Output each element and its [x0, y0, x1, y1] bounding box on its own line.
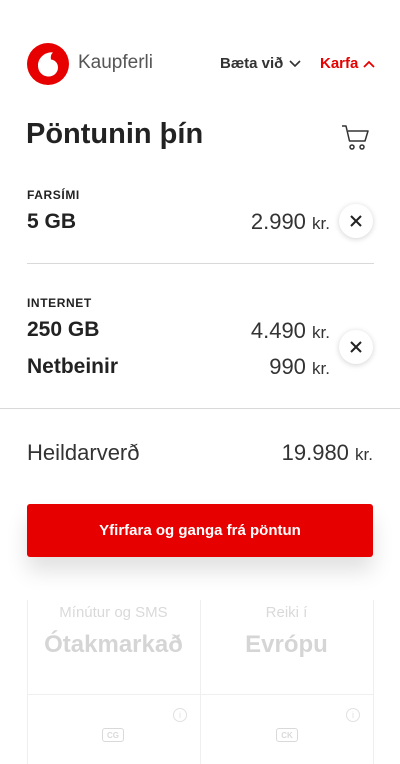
currency-label: kr. — [312, 323, 330, 342]
item-price: 4.490 kr. — [251, 318, 330, 344]
add-menu-button[interactable]: Bæta við — [220, 55, 301, 72]
currency-label: kr. — [312, 359, 330, 378]
total-price: 19.980 kr. — [282, 440, 373, 466]
brand-name: Kaupferli — [78, 52, 153, 73]
item-price-value: 4.490 — [250, 318, 306, 343]
item-name: 5 GB — [27, 210, 77, 233]
total-price-value: 19.980 — [281, 440, 349, 465]
plan-feature-value: Evrópu — [245, 631, 328, 658]
divider — [0, 408, 400, 409]
item-name: Netbeinir — [27, 355, 119, 378]
cart-menu-label: Karfa — [320, 55, 359, 72]
shopping-cart-icon — [342, 125, 369, 150]
info-icon: i — [173, 708, 187, 722]
info-icon: i — [346, 708, 360, 722]
add-menu-label: Bæta við — [220, 55, 284, 72]
card-border — [200, 600, 201, 764]
item-name: 250 GB — [27, 318, 100, 341]
chevron-up-icon — [363, 60, 375, 68]
total-label: Heildarverð — [27, 440, 140, 465]
network-chip-icon: CG — [102, 728, 124, 742]
item-price-value: 2.990 — [250, 209, 306, 234]
section-label-internet: INTERNET — [27, 296, 92, 310]
network-chip-icon: CK — [276, 728, 298, 742]
plan-feature-label: Mínútur og SMS — [59, 604, 168, 621]
card-border — [373, 600, 374, 764]
remove-internet-button[interactable] — [339, 330, 373, 364]
section-label-mobile: FARSÍMI — [27, 188, 80, 202]
vodafone-logo-icon[interactable] — [27, 43, 69, 85]
chevron-down-icon — [289, 59, 301, 67]
item-price: 2.990 kr. — [251, 209, 330, 235]
checkout-button[interactable]: Yfirfara og ganga frá pöntun — [27, 504, 373, 557]
close-icon — [350, 341, 362, 353]
divider — [27, 263, 374, 264]
plan-overview-background: Mínútur og SMS Ótakmarkað Reiki í Evrópu… — [0, 590, 400, 764]
item-price-value: 990 — [269, 354, 306, 379]
item-price: 990 kr. — [269, 354, 330, 380]
cart-menu-button[interactable]: Karfa — [320, 55, 375, 72]
card-border — [27, 694, 373, 695]
plan-feature-value: Ótakmarkað — [44, 631, 183, 658]
page-title: Pöntunin þín — [26, 118, 204, 150]
currency-label: kr. — [355, 445, 373, 464]
header: Kaupferli Bæta við Karfa — [0, 0, 400, 120]
close-icon — [350, 215, 362, 227]
plan-feature-label: Reiki í — [265, 604, 308, 621]
remove-mobile-button[interactable] — [339, 204, 373, 238]
card-border — [27, 600, 28, 764]
currency-label: kr. — [312, 214, 330, 233]
